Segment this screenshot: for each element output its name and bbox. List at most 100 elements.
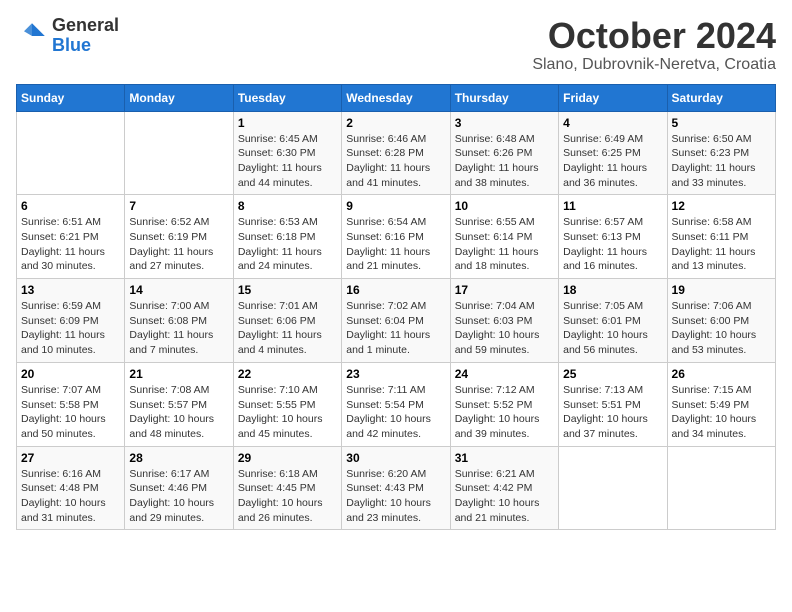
day-info: Sunrise: 7:13 AMSunset: 5:51 PMDaylight:… <box>563 383 662 442</box>
day-cell: 18 Sunrise: 7:05 AMSunset: 6:01 PMDayligh… <box>559 279 667 363</box>
day-cell: 9 Sunrise: 6:54 AMSunset: 6:16 PMDaylight… <box>342 195 450 279</box>
day-number: 18 <box>563 283 662 297</box>
header-row: SundayMondayTuesdayWednesdayThursdayFrid… <box>17 84 776 111</box>
day-cell: 10Sunrise: 6:55 AMSunset: 6:14 PMDayligh… <box>450 195 558 279</box>
day-cell: 14 Sunrise: 7:00 AMSunset: 6:08 PMDayligh… <box>125 279 233 363</box>
day-number: 4 <box>563 116 662 130</box>
day-number: 25 <box>563 367 662 381</box>
week-row-3: 13 Sunrise: 6:59 AMSunset: 6:09 PMDayligh… <box>17 279 776 363</box>
day-number: 6 <box>21 199 120 213</box>
week-row-5: 27 Sunrise: 6:16 AMSunset: 4:48 PMDayligh… <box>17 446 776 530</box>
day-number: 14 <box>129 283 228 297</box>
month-title: October 2024 <box>532 16 776 56</box>
day-cell: 22 Sunrise: 7:10 AMSunset: 5:55 PMDayligh… <box>233 362 341 446</box>
day-number: 16 <box>346 283 445 297</box>
day-info: Sunrise: 7:07 AMSunset: 5:58 PMDaylight:… <box>21 383 120 442</box>
day-cell: 24Sunrise: 7:12 AMSunset: 5:52 PMDayligh… <box>450 362 558 446</box>
header-cell-wednesday: Wednesday <box>342 84 450 111</box>
title-block: October 2024 Slano, Dubrovnik-Neretva, C… <box>532 16 776 74</box>
logo-icon <box>16 20 48 52</box>
day-info: Sunrise: 7:04 AMSunset: 6:03 PMDaylight:… <box>455 299 554 358</box>
day-number: 26 <box>672 367 771 381</box>
page-header: General Blue October 2024 Slano, Dubrovn… <box>16 16 776 74</box>
day-cell: 17 Sunrise: 7:04 AMSunset: 6:03 PMDayligh… <box>450 279 558 363</box>
day-cell: 6 Sunrise: 6:51 AMSunset: 6:21 PMDaylight… <box>17 195 125 279</box>
day-info: Sunrise: 6:49 AMSunset: 6:25 PMDaylight:… <box>563 132 662 191</box>
logo-text: General Blue <box>52 16 119 56</box>
day-info: Sunrise: 6:58 AMSunset: 6:11 PMDaylight:… <box>672 215 771 274</box>
day-info: Sunrise: 7:10 AMSunset: 5:55 PMDaylight:… <box>238 383 337 442</box>
day-cell: 16 Sunrise: 7:02 AMSunset: 6:04 PMDayligh… <box>342 279 450 363</box>
day-number: 20 <box>21 367 120 381</box>
day-info: Sunrise: 6:52 AMSunset: 6:19 PMDaylight:… <box>129 215 228 274</box>
day-number: 12 <box>672 199 771 213</box>
day-cell: 29Sunrise: 6:18 AMSunset: 4:45 PMDayligh… <box>233 446 341 530</box>
day-number: 8 <box>238 199 337 213</box>
day-number: 9 <box>346 199 445 213</box>
logo-general-text: General <box>52 16 119 36</box>
day-number: 31 <box>455 451 554 465</box>
day-info: Sunrise: 6:54 AMSunset: 6:16 PMDaylight:… <box>346 215 445 274</box>
day-info: Sunrise: 6:45 AMSunset: 6:30 PMDaylight:… <box>238 132 337 191</box>
day-number: 22 <box>238 367 337 381</box>
header-cell-monday: Monday <box>125 84 233 111</box>
day-info: Sunrise: 6:59 AMSunset: 6:09 PMDaylight:… <box>21 299 120 358</box>
day-number: 30 <box>346 451 445 465</box>
day-info: Sunrise: 7:08 AMSunset: 5:57 PMDaylight:… <box>129 383 228 442</box>
day-cell: 11 Sunrise: 6:57 AMSunset: 6:13 PMDayligh… <box>559 195 667 279</box>
day-number: 1 <box>238 116 337 130</box>
day-info: Sunrise: 7:06 AMSunset: 6:00 PMDaylight:… <box>672 299 771 358</box>
day-info: Sunrise: 6:21 AMSunset: 4:42 PMDaylight:… <box>455 467 554 526</box>
day-info: Sunrise: 7:02 AMSunset: 6:04 PMDaylight:… <box>346 299 445 358</box>
day-cell: 26 Sunrise: 7:15 AMSunset: 5:49 PMDayligh… <box>667 362 775 446</box>
day-number: 7 <box>129 199 228 213</box>
logo: General Blue <box>16 16 119 56</box>
day-number: 3 <box>455 116 554 130</box>
week-row-4: 20 Sunrise: 7:07 AMSunset: 5:58 PMDayligh… <box>17 362 776 446</box>
logo-blue-text: Blue <box>52 36 119 56</box>
day-cell: 2Sunrise: 6:46 AMSunset: 6:28 PMDaylight… <box>342 111 450 195</box>
day-number: 24 <box>455 367 554 381</box>
day-info: Sunrise: 7:05 AMSunset: 6:01 PMDaylight:… <box>563 299 662 358</box>
header-cell-saturday: Saturday <box>667 84 775 111</box>
day-number: 19 <box>672 283 771 297</box>
day-info: Sunrise: 6:20 AMSunset: 4:43 PMDaylight:… <box>346 467 445 526</box>
day-number: 13 <box>21 283 120 297</box>
week-row-2: 6 Sunrise: 6:51 AMSunset: 6:21 PMDaylight… <box>17 195 776 279</box>
day-number: 5 <box>672 116 771 130</box>
day-cell: 7 Sunrise: 6:52 AMSunset: 6:19 PMDaylight… <box>125 195 233 279</box>
day-cell: 13 Sunrise: 6:59 AMSunset: 6:09 PMDayligh… <box>17 279 125 363</box>
day-info: Sunrise: 6:51 AMSunset: 6:21 PMDaylight:… <box>21 215 120 274</box>
day-number: 11 <box>563 199 662 213</box>
day-number: 10 <box>455 199 554 213</box>
day-info: Sunrise: 6:17 AMSunset: 4:46 PMDaylight:… <box>129 467 228 526</box>
calendar-body: 1 Sunrise: 6:45 AMSunset: 6:30 PMDaylight… <box>17 111 776 530</box>
header-cell-tuesday: Tuesday <box>233 84 341 111</box>
header-cell-friday: Friday <box>559 84 667 111</box>
day-info: Sunrise: 6:53 AMSunset: 6:18 PMDaylight:… <box>238 215 337 274</box>
day-info: Sunrise: 7:00 AMSunset: 6:08 PMDaylight:… <box>129 299 228 358</box>
day-number: 17 <box>455 283 554 297</box>
day-cell: 3Sunrise: 6:48 AMSunset: 6:26 PMDaylight… <box>450 111 558 195</box>
day-cell: 15Sunrise: 7:01 AMSunset: 6:06 PMDayligh… <box>233 279 341 363</box>
header-cell-thursday: Thursday <box>450 84 558 111</box>
day-info: Sunrise: 7:01 AMSunset: 6:06 PMDaylight:… <box>238 299 337 358</box>
day-cell: 20 Sunrise: 7:07 AMSunset: 5:58 PMDayligh… <box>17 362 125 446</box>
day-cell: 4 Sunrise: 6:49 AMSunset: 6:25 PMDaylight… <box>559 111 667 195</box>
day-cell: 19 Sunrise: 7:06 AMSunset: 6:00 PMDayligh… <box>667 279 775 363</box>
day-number: 27 <box>21 451 120 465</box>
day-info: Sunrise: 6:16 AMSunset: 4:48 PMDaylight:… <box>21 467 120 526</box>
day-cell: 30 Sunrise: 6:20 AMSunset: 4:43 PMDayligh… <box>342 446 450 530</box>
day-cell <box>559 446 667 530</box>
calendar-table: SundayMondayTuesdayWednesdayThursdayFrid… <box>16 84 776 531</box>
calendar-header: SundayMondayTuesdayWednesdayThursdayFrid… <box>17 84 776 111</box>
day-cell <box>17 111 125 195</box>
day-cell: 31 Sunrise: 6:21 AMSunset: 4:42 PMDayligh… <box>450 446 558 530</box>
day-cell: 12 Sunrise: 6:58 AMSunset: 6:11 PMDayligh… <box>667 195 775 279</box>
week-row-1: 1 Sunrise: 6:45 AMSunset: 6:30 PMDaylight… <box>17 111 776 195</box>
day-cell: 23Sunrise: 7:11 AMSunset: 5:54 PMDayligh… <box>342 362 450 446</box>
header-cell-sunday: Sunday <box>17 84 125 111</box>
day-info: Sunrise: 6:46 AMSunset: 6:28 PMDaylight:… <box>346 132 445 191</box>
day-info: Sunrise: 6:57 AMSunset: 6:13 PMDaylight:… <box>563 215 662 274</box>
day-info: Sunrise: 7:15 AMSunset: 5:49 PMDaylight:… <box>672 383 771 442</box>
